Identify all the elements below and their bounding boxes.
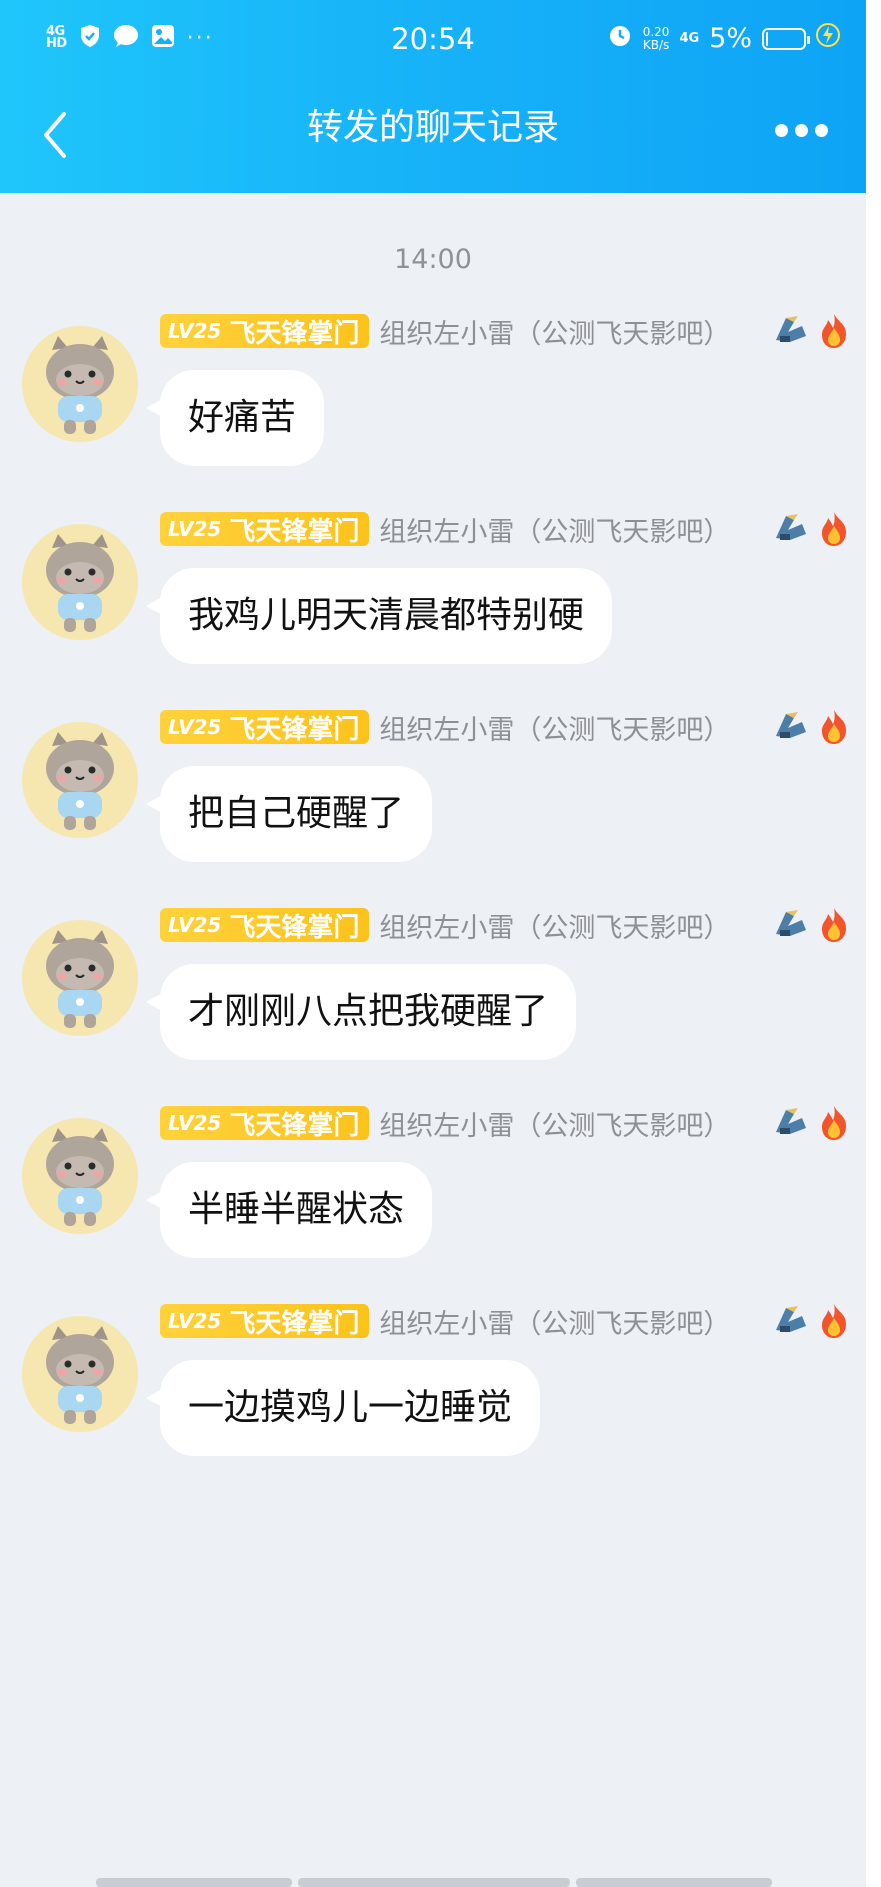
message-bubble[interactable]: 半睡半醒状态: [145, 1162, 433, 1258]
message-bubble[interactable]: 一边摸鸡儿一边睡觉: [145, 1360, 541, 1456]
message-item: LV25 飞天锋掌门 组织左小雷（公测飞天影吧） 好痛苦: [0, 312, 866, 512]
mech-icon[interactable]: [772, 1302, 810, 1340]
chat-screen: 4G HD ··· 20:54 0.20 KB/s 4G 5% 转发的聊天记录 …: [0, 0, 866, 1887]
mech-icon[interactable]: [772, 906, 810, 944]
message-item: LV25 飞天锋掌门 组织左小雷（公测飞天影吧） 一边摸鸡儿一边睡觉: [0, 1302, 866, 1502]
fire-icon[interactable]: [816, 1302, 852, 1340]
level-text: LV25: [168, 715, 222, 739]
more-icon[interactable]: [775, 124, 828, 137]
alarm-icon: [607, 22, 633, 55]
level-text: LV25: [168, 1309, 222, 1333]
mech-icon[interactable]: [772, 510, 810, 548]
message-item: LV25 飞天锋掌门 组织左小雷（公测飞天影吧） 把自己硬醒了: [0, 708, 866, 908]
bottom-bar-segment: [96, 1878, 292, 1887]
title-text: 飞天锋掌门: [229, 516, 360, 547]
header: 4G HD ··· 20:54 0.20 KB/s 4G 5% 转发的聊天记录: [0, 0, 866, 193]
medal-icons: [772, 312, 852, 350]
avatar[interactable]: [22, 1316, 138, 1432]
sender-nickname[interactable]: 组织左小雷（公测飞天影吧）: [379, 312, 730, 351]
message-item: LV25 飞天锋掌门 组织左小雷（公测飞天影吧） 半睡半醒状态: [0, 1104, 866, 1304]
title-text: 飞天锋掌门: [229, 1308, 360, 1339]
message-item: LV25 飞天锋掌门 组织左小雷（公测飞天影吧） 才刚刚八点把我硬醒了: [0, 906, 866, 1106]
sender-nickname[interactable]: 组织左小雷（公测飞天影吧）: [379, 1302, 730, 1341]
level-badge[interactable]: LV25 飞天锋掌门: [160, 710, 370, 745]
medal-icons: [772, 1104, 852, 1142]
avatar[interactable]: [22, 326, 138, 442]
fire-icon[interactable]: [816, 708, 852, 746]
avatar[interactable]: [22, 920, 138, 1036]
message-bubble[interactable]: 才刚刚八点把我硬醒了: [145, 964, 577, 1060]
mech-icon[interactable]: [772, 312, 810, 350]
bottom-bar-segment: [576, 1878, 772, 1887]
fire-icon[interactable]: [816, 906, 852, 944]
message-item: LV25 飞天锋掌门 组织左小雷（公测飞天影吧） 我鸡儿明天清晨都特别硬: [0, 510, 866, 710]
net-speed-value: 0.20: [642, 24, 670, 39]
level-badge[interactable]: LV25 飞天锋掌门: [160, 512, 370, 547]
sender-nickname[interactable]: 组织左小雷（公测飞天影吧）: [379, 1104, 730, 1143]
medal-icons: [772, 708, 852, 746]
level-badge[interactable]: LV25 飞天锋掌门: [160, 908, 370, 943]
message-bubble[interactable]: 我鸡儿明天清晨都特别硬: [145, 568, 613, 664]
page-title: 转发的聊天记录: [306, 107, 559, 148]
battery-fill: [766, 31, 768, 46]
sender-meta: LV25 飞天锋掌门 组织左小雷（公测飞天影吧）: [160, 510, 860, 548]
status-right: 0.20 KB/s 4G 5%: [607, 22, 840, 55]
avatar[interactable]: [22, 722, 138, 838]
sender-meta: LV25 飞天锋掌门 组织左小雷（公测飞天影吧）: [160, 312, 860, 350]
medal-icons: [772, 1302, 852, 1340]
sender-nickname[interactable]: 组织左小雷（公测飞天影吧）: [379, 510, 730, 549]
charging-icon: [816, 22, 840, 55]
sender-meta: LV25 飞天锋掌门 组织左小雷（公测飞天影吧）: [160, 708, 860, 746]
fire-icon[interactable]: [816, 510, 852, 548]
title-text: 飞天锋掌门: [229, 1110, 360, 1141]
net-speed-unit: KB/s: [642, 37, 670, 52]
level-text: LV25: [168, 319, 222, 343]
level-text: LV25: [168, 517, 222, 541]
mech-icon[interactable]: [772, 708, 810, 746]
fire-icon[interactable]: [816, 312, 852, 350]
sender-meta: LV25 飞天锋掌门 组织左小雷（公测飞天影吧）: [160, 906, 860, 944]
sender-meta: LV25 飞天锋掌门 组织左小雷（公测飞天影吧）: [160, 1104, 860, 1142]
sender-nickname[interactable]: 组织左小雷（公测飞天影吧）: [379, 708, 730, 747]
fire-icon[interactable]: [816, 1104, 852, 1142]
title-text: 飞天锋掌门: [229, 714, 360, 745]
chat-timestamp: 14:00: [394, 244, 472, 275]
sender-nickname[interactable]: 组织左小雷（公测飞天影吧）: [379, 906, 730, 945]
bottom-bar-segment: [298, 1878, 570, 1887]
title-text: 飞天锋掌门: [229, 912, 360, 943]
net-speed: 0.20 KB/s: [642, 24, 670, 52]
avatar[interactable]: [22, 524, 138, 640]
level-text: LV25: [168, 913, 222, 937]
level-text: LV25: [168, 1111, 222, 1135]
sender-meta: LV25 飞天锋掌门 组织左小雷（公测飞天影吧）: [160, 1302, 860, 1340]
battery-icon: [762, 27, 810, 50]
nav-bar: 转发的聊天记录: [0, 80, 866, 193]
message-bubble[interactable]: 好痛苦: [145, 370, 325, 466]
level-badge[interactable]: LV25 飞天锋掌门: [160, 314, 370, 349]
battery-percent: 5%: [709, 23, 752, 54]
status-bar: 4G HD ··· 20:54 0.20 KB/s 4G 5%: [0, 0, 866, 80]
medal-icons: [772, 510, 852, 548]
title-text: 飞天锋掌门: [229, 318, 360, 349]
mech-icon[interactable]: [772, 1104, 810, 1142]
mobile-signal: 4G: [679, 31, 700, 46]
message-bubble[interactable]: 把自己硬醒了: [145, 766, 433, 862]
level-badge[interactable]: LV25 飞天锋掌门: [160, 1106, 370, 1141]
avatar[interactable]: [22, 1118, 138, 1234]
medal-icons: [772, 906, 852, 944]
level-badge[interactable]: LV25 飞天锋掌门: [160, 1304, 370, 1339]
